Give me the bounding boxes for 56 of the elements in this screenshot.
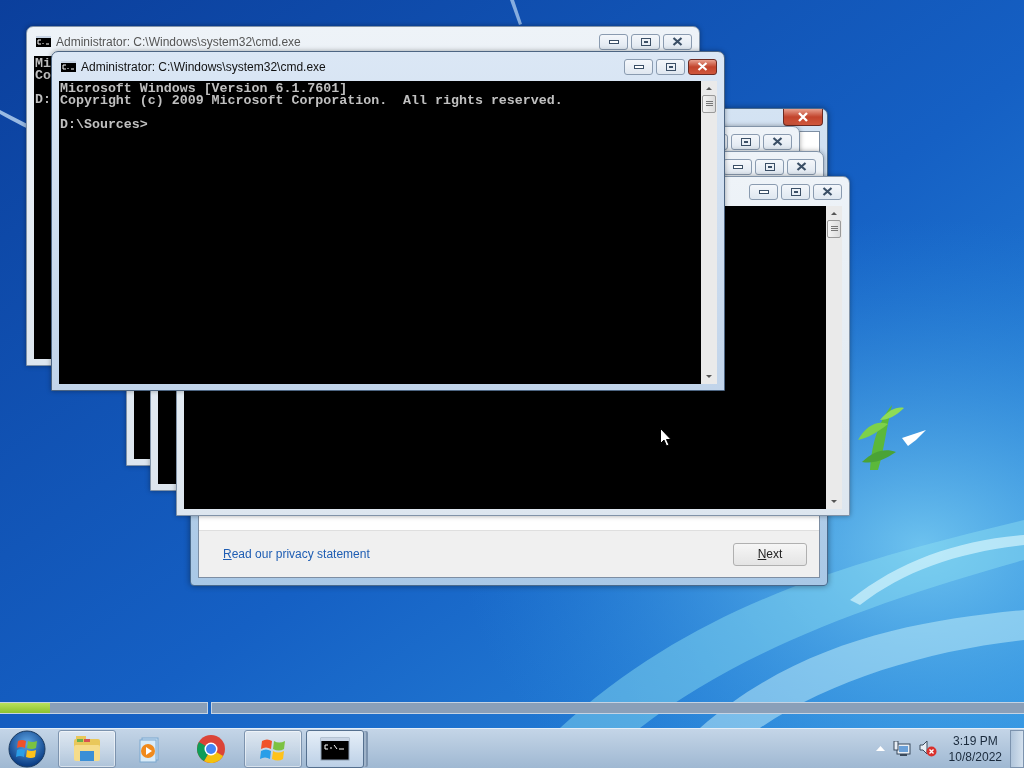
minimize-icon bbox=[732, 164, 743, 169]
maximize-icon bbox=[740, 137, 751, 146]
grip-icon bbox=[705, 101, 713, 107]
privacy-link[interactable]: Read our privacy statement bbox=[223, 547, 370, 561]
close-icon bbox=[796, 162, 807, 171]
maximize-icon bbox=[764, 162, 775, 171]
maximize-button[interactable] bbox=[781, 183, 810, 200]
close-icon bbox=[672, 37, 683, 46]
close-button[interactable] bbox=[813, 183, 842, 200]
maximize-icon bbox=[790, 187, 801, 196]
clock[interactable]: 3:19 PM 10/8/2022 bbox=[940, 732, 1010, 765]
next-button[interactable]: Next bbox=[733, 542, 807, 566]
window-title: Administrator: C:\Windows\system32\cmd.exe bbox=[81, 59, 326, 74]
close-icon bbox=[822, 187, 833, 196]
scroll-thumb[interactable] bbox=[827, 220, 841, 238]
browser-icon bbox=[195, 732, 227, 765]
console-text: Microsoft Windows [Version 6.1.7601] Copyright (c) 2009 Microsoft Corporation. All rights reserved. D:\Sources> bbox=[60, 83, 563, 131]
up-arrow-icon bbox=[875, 746, 885, 751]
minimize-button[interactable] bbox=[599, 33, 628, 50]
cursor-icon bbox=[660, 428, 672, 447]
maximize-button[interactable] bbox=[731, 133, 760, 150]
bird-icon bbox=[902, 430, 926, 446]
minimize-button[interactable] bbox=[723, 158, 752, 175]
maximize-button[interactable] bbox=[755, 158, 784, 175]
maximize-button[interactable] bbox=[656, 58, 685, 75]
scroll-thumb[interactable] bbox=[702, 95, 716, 113]
close-button[interactable] bbox=[688, 58, 717, 75]
close-icon bbox=[772, 137, 783, 146]
minimize-icon bbox=[758, 189, 769, 194]
console-icon bbox=[61, 61, 76, 72]
volume-button[interactable] bbox=[918, 740, 937, 757]
window-title: Administrator: C:\Windows\system32\cmd.exe bbox=[56, 34, 301, 49]
scrollbar[interactable] bbox=[826, 206, 842, 509]
close-button[interactable] bbox=[663, 33, 692, 50]
network-icon bbox=[892, 740, 911, 757]
close-button[interactable] bbox=[787, 158, 816, 175]
close-button[interactable] bbox=[763, 133, 792, 150]
maximize-icon bbox=[640, 37, 651, 46]
maximize-icon bbox=[665, 62, 676, 71]
light-streak bbox=[510, 0, 522, 25]
console-icon bbox=[36, 36, 51, 47]
console-text: Mi Co D: bbox=[35, 58, 51, 106]
close-icon bbox=[797, 112, 809, 122]
maximize-button[interactable] bbox=[631, 33, 660, 50]
network-button[interactable] bbox=[892, 740, 911, 757]
minimize-button[interactable] bbox=[624, 58, 653, 75]
minimize-button[interactable] bbox=[749, 183, 778, 200]
plant-drawing bbox=[858, 405, 904, 470]
scrollbar[interactable] bbox=[701, 81, 717, 384]
volume-muted-icon bbox=[918, 740, 937, 757]
minimize-icon bbox=[633, 64, 644, 69]
close-button[interactable] bbox=[783, 109, 823, 126]
start-orb-icon bbox=[7, 728, 47, 768]
minimize-icon bbox=[608, 39, 619, 44]
grip-icon bbox=[830, 226, 838, 232]
close-icon bbox=[697, 62, 708, 71]
